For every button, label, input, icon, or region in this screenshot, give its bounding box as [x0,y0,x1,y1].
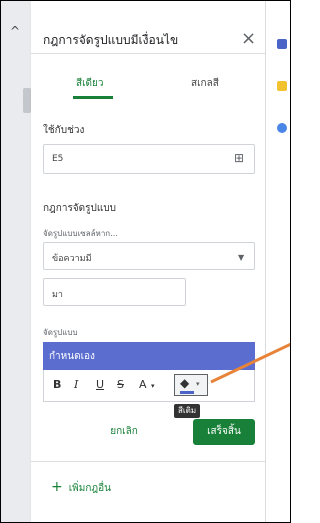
annotation-arrow [210,342,290,384]
app-window: ^ กฎการจัดรูปแบบมีเงื่อนไข × สีเดียว สเก… [0,0,291,523]
